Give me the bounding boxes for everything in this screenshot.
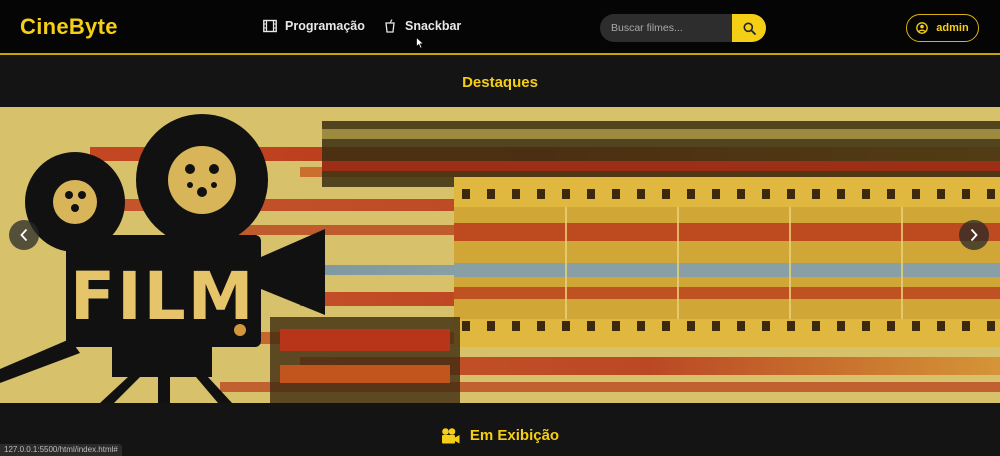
nav-snackbar-label: Snackbar xyxy=(405,19,462,33)
user-circle-icon xyxy=(916,22,929,34)
user-menu-button[interactable]: admin xyxy=(906,14,979,42)
nav-programacao[interactable]: Programação xyxy=(263,19,365,33)
chevron-left-icon xyxy=(20,228,28,242)
status-bar-url: 127.0.0.1:5500/html/index.html# xyxy=(0,444,122,456)
search-button[interactable] xyxy=(732,14,766,42)
search-input[interactable] xyxy=(600,14,732,42)
section-title-em-exibicao: Em Exibição xyxy=(469,427,560,444)
nav-programacao-label: Programação xyxy=(285,19,365,33)
highlights-carousel: FILM xyxy=(0,107,1000,403)
search-icon xyxy=(743,22,756,35)
carousel-next-button[interactable] xyxy=(959,220,989,250)
chevron-right-icon xyxy=(970,228,978,242)
section-title-destaques: Destaques xyxy=(462,74,538,91)
video-camera-icon xyxy=(441,427,460,443)
banner-image: FILM xyxy=(0,107,1000,403)
section-em-exibicao: Em Exibição xyxy=(0,427,1000,444)
mouse-pointer-icon xyxy=(416,37,425,49)
top-navbar: CineByte Programação Snackbar Buscar fil… xyxy=(0,0,1000,55)
banner-film-lettering: FILM xyxy=(70,258,255,335)
search-bar xyxy=(600,14,766,42)
film-icon xyxy=(263,19,277,33)
cup-icon xyxy=(385,19,395,33)
user-name: admin xyxy=(936,22,969,34)
carousel-prev-button[interactable] xyxy=(9,220,39,250)
nav-snackbar[interactable]: Snackbar xyxy=(383,19,461,33)
brand-logo[interactable]: CineByte xyxy=(20,14,118,40)
